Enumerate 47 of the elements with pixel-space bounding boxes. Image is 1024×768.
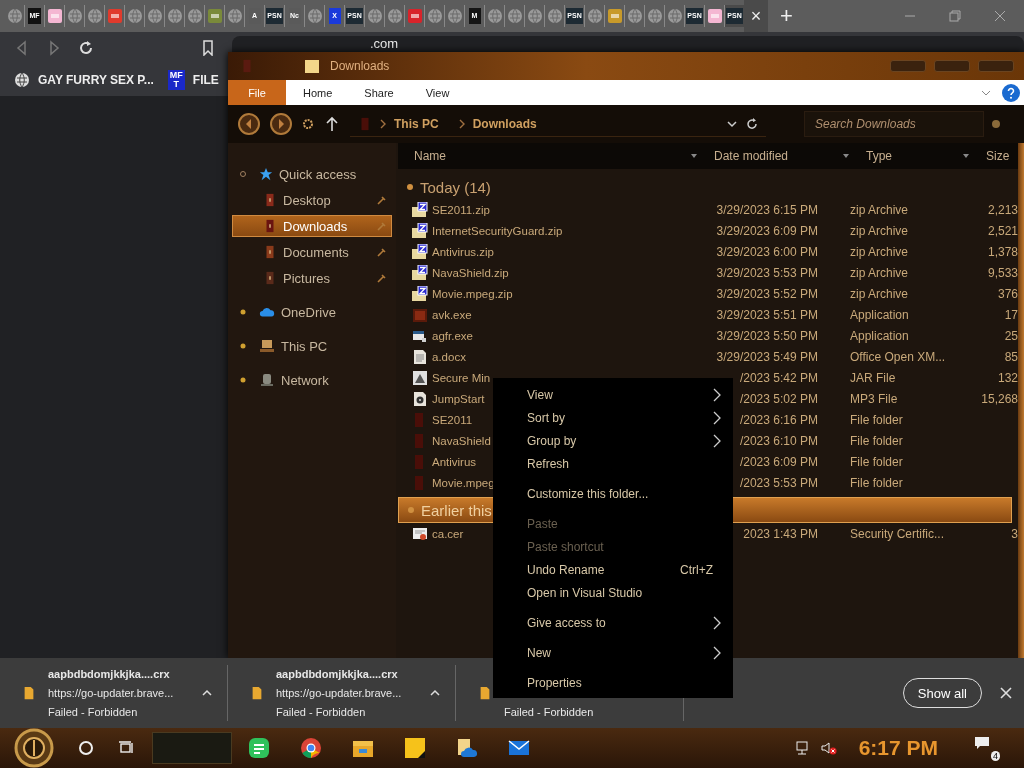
date-cell: /2023 6:16 PM bbox=[739, 412, 818, 427]
type-cell: zip Archive bbox=[850, 202, 909, 217]
type-cell: Security Certific... bbox=[850, 526, 945, 541]
date-cell: /2023 6:10 PM bbox=[739, 433, 818, 448]
size-cell: 25 bbox=[1004, 328, 1018, 343]
size-cell: 376 bbox=[997, 286, 1018, 301]
window-title: Downloads bbox=[330, 59, 390, 73]
size-cell: 132 bbox=[997, 370, 1018, 385]
date-cell: /2023 5:42 PM bbox=[739, 370, 818, 385]
download-url: https://go-updater.brave... bbox=[48, 687, 175, 700]
type-cell: Application bbox=[850, 307, 909, 322]
type-cell: File folder bbox=[850, 475, 903, 490]
type-cell: File folder bbox=[850, 433, 903, 448]
date-cell: /2023 5:53 PM bbox=[739, 475, 818, 490]
date-cell: 3/29/2023 5:53 PM bbox=[716, 265, 818, 280]
download-status: Failed - Forbidden bbox=[276, 706, 367, 718]
download-status: Failed - Forbidden bbox=[504, 706, 595, 718]
size-cell: 3 bbox=[1011, 526, 1018, 541]
size-cell: 15,268 bbox=[981, 391, 1018, 406]
size-cell: 9,533 bbox=[987, 265, 1018, 280]
type-cell: File folder bbox=[850, 454, 903, 469]
size-cell: 17 bbox=[1004, 307, 1018, 322]
type-cell: JAR File bbox=[850, 370, 896, 385]
date-cell: 3/29/2023 5:50 PM bbox=[716, 328, 818, 343]
type-cell: MP3 File bbox=[850, 391, 898, 406]
type-cell: zip Archive bbox=[850, 244, 909, 259]
date-cell: 3/29/2023 6:15 PM bbox=[716, 202, 818, 217]
date-cell: 3/29/2023 5:51 PM bbox=[716, 307, 818, 322]
date-cell: 3/29/2023 5:49 PM bbox=[716, 349, 818, 364]
date-cell: /2023 5:02 PM bbox=[739, 391, 818, 406]
size-cell: 1,378 bbox=[987, 244, 1018, 259]
download-url: https://go-updater.brave... bbox=[276, 687, 403, 700]
size-cell: 2,213 bbox=[987, 202, 1018, 217]
type-cell: zip Archive bbox=[850, 223, 909, 238]
type-cell: zip Archive bbox=[850, 286, 909, 301]
date-cell: 2023 1:43 PM bbox=[743, 526, 818, 541]
type-cell: Application bbox=[850, 328, 909, 343]
date-cell: 3/29/2023 6:00 PM bbox=[716, 244, 818, 259]
download-status: Failed - Forbidden bbox=[48, 706, 139, 718]
size-cell: 2,521 bbox=[987, 223, 1018, 238]
date-cell: /2023 6:09 PM bbox=[739, 454, 818, 469]
type-cell: File folder bbox=[850, 412, 903, 427]
date-cell: 3/29/2023 5:52 PM bbox=[716, 286, 818, 301]
type-cell: zip Archive bbox=[850, 265, 909, 280]
type-cell: Office Open XM... bbox=[850, 349, 946, 364]
date-cell: 3/29/2023 6:09 PM bbox=[716, 223, 818, 238]
size-cell: 85 bbox=[1004, 349, 1018, 364]
